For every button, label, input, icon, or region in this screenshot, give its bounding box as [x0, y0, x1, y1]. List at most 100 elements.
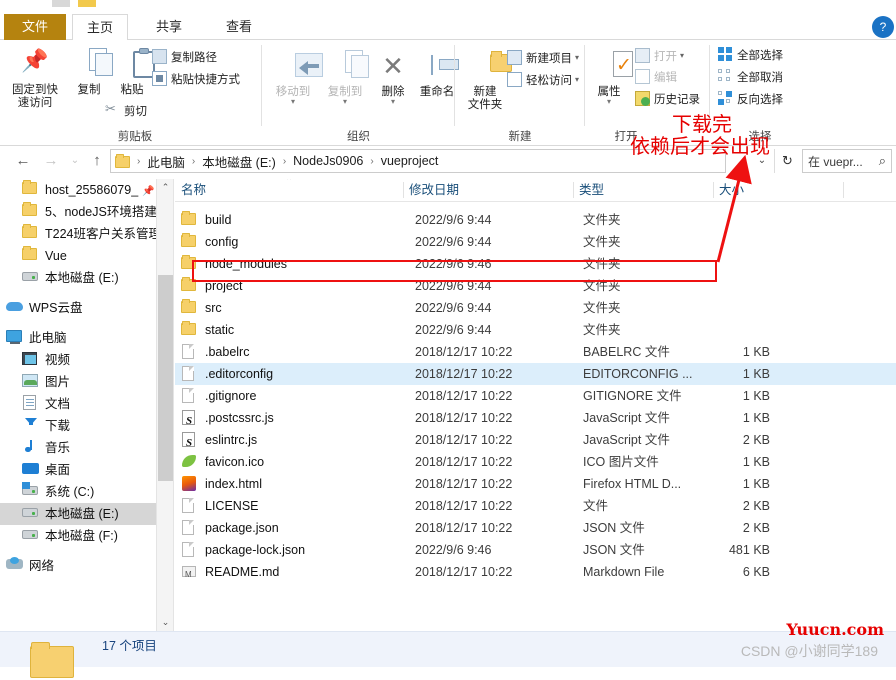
forward-button[interactable]: → [40, 150, 62, 172]
table-row[interactable]: package.json 2018/12/17 10:22 JSON 文件 2 … [175, 517, 896, 539]
date-cell: 2018/12/17 10:22 [415, 499, 513, 513]
column-header-date[interactable]: 修改日期 [403, 179, 571, 201]
tab-share[interactable]: 共享 [142, 14, 196, 40]
sidebar-item-drive-e-quick[interactable]: 本地磁盘 (E:) [0, 267, 156, 289]
refresh-button[interactable]: ↻ [774, 149, 800, 173]
table-row[interactable]: .postcssrc.js 2018/12/17 10:22 JavaScrip… [175, 407, 896, 432]
column-header-size[interactable]: 大小 [713, 179, 843, 201]
sidebar-item-pictures[interactable]: 图片 [0, 371, 156, 393]
sidebar-item-system-c[interactable]: 系统 (C:) [0, 481, 156, 503]
table-row[interactable]: config 2022/9/6 9:44 文件夹 [175, 231, 896, 253]
file-explorer-window: 文件 主页 共享 查看 chevron-up-icon ? 固定到快 速访问 复… [0, 0, 896, 678]
table-row[interactable]: LICENSE 2018/12/17 10:22 文件 2 KB [175, 495, 896, 517]
chevron-down-icon[interactable]: ▾ [587, 98, 631, 106]
breadcrumb-item-drive-e[interactable]: 本地磁盘 (E:) [200, 152, 278, 171]
sidebar-item-drive-f[interactable]: 本地磁盘 (F:) [0, 525, 156, 547]
table-row[interactable]: src 2022/9/6 9:44 文件夹 [175, 297, 896, 319]
paste-button[interactable]: 粘贴 [105, 42, 159, 97]
easy-access-button[interactable]: 轻松访问 ▾ [507, 70, 579, 90]
tab-home[interactable]: 主页 [72, 14, 129, 41]
size-cell: 1 KB [742, 367, 770, 381]
up-button[interactable]: ↑ [86, 150, 108, 172]
new-item-icon [507, 50, 522, 65]
scroll-down-icon[interactable]: ⌄ [157, 614, 174, 631]
breadcrumb-item-vueproject[interactable]: vueproject [379, 154, 441, 168]
table-row[interactable]: eslintrc.js 2018/12/17 10:22 JavaScript … [175, 429, 896, 454]
invert-selection-button[interactable]: 反向选择 [718, 90, 783, 110]
sidebar-item-music[interactable]: 音乐 [0, 437, 156, 459]
sidebar-item-host[interactable]: host_25586079_ 📌 [0, 179, 156, 201]
sidebar-item-this-pc[interactable]: 此电脑 [0, 327, 156, 349]
size-cell: 1 KB [742, 389, 770, 403]
scroll-up-icon[interactable]: ⌃ [157, 179, 174, 196]
table-row[interactable]: .gitignore 2018/12/17 10:22 GITIGNORE 文件… [175, 385, 896, 407]
chevron-down-icon[interactable]: ▾ [575, 75, 579, 84]
column-header-type[interactable]: 类型 [573, 179, 713, 201]
sidebar-item-vue[interactable]: Vue [0, 245, 156, 267]
table-row[interactable]: README.md 2018/12/17 10:22 Markdown File… [175, 561, 896, 586]
sidebar-item-documents[interactable]: 文档 [0, 393, 156, 415]
copy-to-button[interactable]: 复制到 ▾ [318, 44, 372, 106]
tab-view[interactable]: 查看 [212, 14, 266, 40]
table-row[interactable]: build 2022/9/6 9:44 文件夹 [175, 209, 896, 231]
table-row[interactable]: .babelrc 2018/12/17 10:22 BABELRC 文件 1 K… [175, 341, 896, 363]
pin-to-quick-access-button[interactable]: 固定到快 速访问 [8, 42, 62, 110]
breadcrumb-item-nodejs0906[interactable]: NodeJs0906 [291, 154, 365, 168]
sidebar-item-drive-e[interactable]: 本地磁盘 (E:) [0, 503, 156, 525]
sidebar-item-desktop[interactable]: 桌面 [0, 459, 156, 481]
group-label-clipboard: 剪贴板 [117, 131, 153, 143]
back-button[interactable]: ← [12, 150, 34, 172]
chevron-down-icon[interactable]: ▾ [266, 98, 320, 106]
chevron-down-icon[interactable]: ▾ [366, 98, 420, 106]
chevron-down-icon[interactable]: ▾ [575, 53, 579, 62]
sidebar-item-network[interactable]: 网络 [0, 555, 156, 577]
table-row[interactable]: .editorconfig 2018/12/17 10:22 EDITORCON… [175, 363, 896, 385]
search-input[interactable]: 在 vuepr... ⌕ [802, 149, 892, 173]
navigation-scrollbar[interactable]: ⌃ ⌄ [157, 179, 174, 631]
recent-locations-button[interactable]: ⌄ [64, 150, 86, 172]
sort-indicator-icon: ⌃ [285, 179, 294, 187]
scrollbar-thumb[interactable] [158, 275, 173, 481]
open-button[interactable]: 打开 ▾ [635, 46, 684, 66]
properties-button[interactable]: ✓ 属性 ▾ [587, 44, 633, 106]
select-none-button[interactable]: 全部取消 [718, 68, 783, 88]
new-folder-button[interactable]: 新建 文件夹 [458, 44, 512, 112]
sidebar-item-downloads[interactable]: 下载 [0, 415, 156, 437]
table-row[interactable]: package-lock.json 2022/9/6 9:46 JSON 文件 … [175, 539, 896, 561]
file-icon [181, 520, 198, 535]
tab-file[interactable]: 文件 [4, 14, 66, 40]
move-to-button[interactable]: 移动到 ▾ [266, 44, 323, 106]
date-cell: 2018/12/17 10:22 [415, 455, 513, 469]
cut-button[interactable]: 剪切 [105, 99, 147, 122]
size-cell: 2 KB [742, 521, 770, 535]
select-all-button[interactable]: 全部选择 [718, 46, 783, 66]
breadcrumb[interactable]: › 此电脑 › 本地磁盘 (E:) › NodeJs0906 › vueproj… [110, 149, 726, 173]
copy-path-button[interactable]: 复制路径 [152, 48, 217, 68]
help-badge[interactable]: ? [872, 16, 894, 38]
table-row[interactable]: favicon.ico 2018/12/17 10:22 ICO 图片文件 1 … [175, 451, 896, 473]
edit-button[interactable]: 编辑 [635, 68, 677, 88]
type-cell: 文件夹 [583, 301, 621, 315]
sidebar-item-videos[interactable]: 视频 [0, 349, 156, 371]
sidebar-item-t224[interactable]: T224班客户关系管理 [0, 223, 156, 245]
history-button[interactable]: 历史记录 [635, 90, 700, 110]
sidebar-item-wps-cloud[interactable]: WPS云盘 [0, 297, 156, 319]
copy-path-icon [152, 49, 167, 64]
table-row[interactable]: index.html 2018/12/17 10:22 Firefox HTML… [175, 473, 896, 495]
ribbon: 固定到快 速访问 复制 粘贴 复制路径 粘贴快捷方式 [0, 40, 896, 146]
network-icon [6, 557, 24, 573]
system-drive-icon [22, 482, 40, 499]
chevron-down-icon[interactable]: ▾ [680, 51, 684, 60]
file-icon [181, 388, 198, 403]
breadcrumb-item-this-pc[interactable]: 此电脑 [145, 152, 187, 171]
size-cell: 1 KB [742, 411, 770, 425]
chevron-down-icon[interactable]: ▾ [318, 98, 372, 106]
table-row[interactable]: static 2022/9/6 9:44 文件夹 [175, 319, 896, 341]
new-item-button[interactable]: 新建项目 ▾ [507, 48, 579, 68]
ico-file-icon [181, 454, 198, 469]
file-name-cell: index.html [181, 473, 262, 495]
address-dropdown-button[interactable]: ⌄ [750, 149, 774, 173]
sidebar-item-nodejs-env[interactable]: 5、nodeJS环境搭建 [0, 201, 156, 223]
date-cell: 2022/9/6 9:46 [415, 543, 492, 557]
paste-shortcut-button[interactable]: 粘贴快捷方式 [152, 70, 240, 90]
